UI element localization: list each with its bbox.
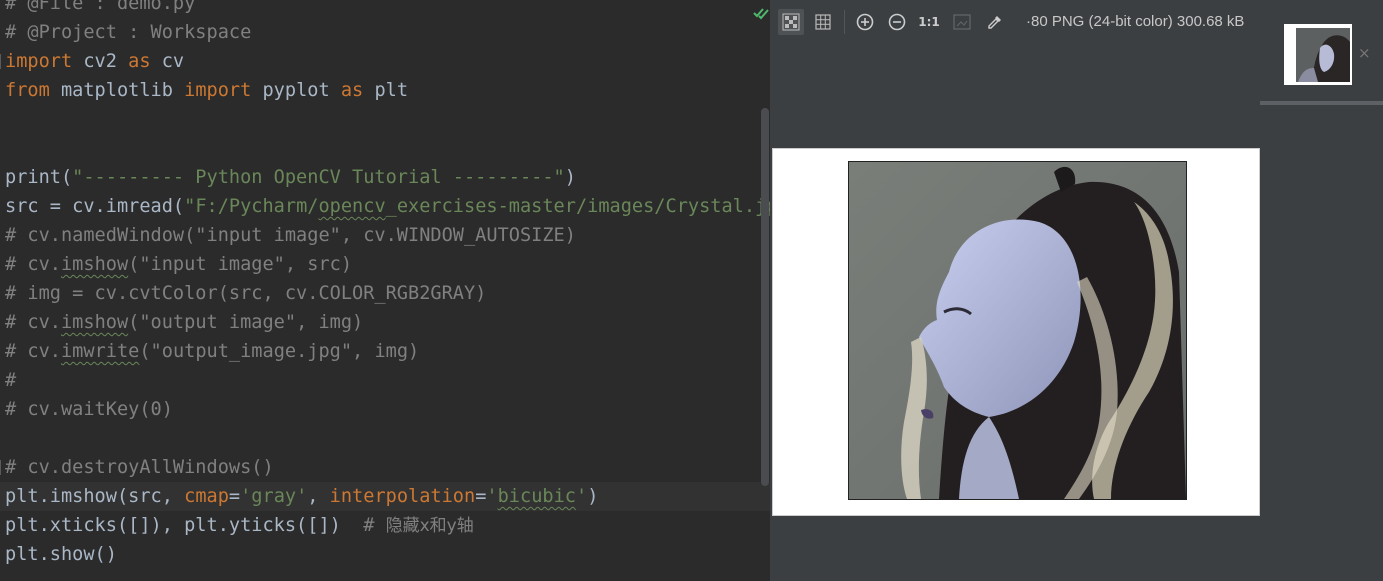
zoom-out-icon[interactable] (884, 9, 910, 35)
code-token: interpolation (329, 486, 476, 507)
code-line[interactable]: # cv.waitKey(0) (0, 395, 770, 424)
code-line[interactable]: # (0, 366, 770, 395)
code-line[interactable]: # img = cv.cvtColor(src, cv.COLOR_RGB2GR… (0, 279, 770, 308)
inspection-ok-icon[interactable] (752, 5, 770, 21)
code-token: ' (486, 486, 498, 507)
code-token: ) (587, 486, 599, 507)
code-token: print( (5, 167, 73, 188)
code-token: ) (564, 167, 576, 188)
code-lines[interactable]: # @File : demo.py # @Project : Workspace i… (0, 0, 770, 569)
code-line[interactable]: plt.show() (0, 540, 770, 569)
code-token: 'gray' (240, 486, 308, 507)
thumbnail-scrollbar[interactable] (1260, 101, 1383, 105)
code-token: _exercises-master/images/Crystal.jpg (385, 196, 770, 217)
code-line[interactable]: src = cv.imread("F:/Pycharm/opencv_exerc… (0, 192, 770, 221)
thumbnail-close-icon[interactable]: × (1358, 44, 1371, 62)
code-token: ' (575, 486, 588, 507)
zoom-in-icon[interactable] (852, 9, 878, 35)
code-token: ("output_image.jpg", img) (139, 341, 420, 362)
code-token: ("input image", src) (128, 254, 353, 275)
code-token: # (5, 370, 17, 391)
code-editor[interactable]: # @File : demo.py # @Project : Workspace i… (0, 0, 770, 581)
code-token: plt (363, 80, 409, 101)
code-token: as (340, 80, 364, 101)
code-token: # img = cv.cvtColor(src, cv.COLOR_RGB2GR… (5, 283, 487, 304)
code-line[interactable]: import cv2 as cv (0, 47, 770, 76)
code-token: cv2 (72, 51, 129, 72)
toolbar-separator (844, 10, 845, 34)
code-token: imwrite (60, 341, 140, 362)
code-line[interactable]: print("--------- Python OpenCV Tutorial … (0, 163, 770, 192)
code-line[interactable]: # @File : demo.py (0, 0, 770, 18)
code-token: import (5, 51, 73, 72)
code-token: # @File : demo.py (5, 0, 196, 14)
code-token: plt.imshow(src, (5, 486, 185, 507)
code-token: pyplot (251, 80, 341, 101)
code-token: = (475, 486, 487, 507)
code-line[interactable] (0, 105, 770, 134)
code-token: as (128, 51, 151, 72)
code-token: # cv. (5, 254, 61, 275)
code-token: imshow (60, 254, 129, 275)
code-line[interactable]: # cv.namedWindow("input image", cv.WINDO… (0, 221, 770, 250)
editor-scrollbar[interactable] (761, 108, 769, 486)
code-token: , (307, 486, 330, 507)
code-token: cmap (184, 486, 229, 507)
code-token: from (5, 80, 50, 101)
code-token: ("output image", img) (128, 312, 364, 333)
code-token: bicubic (497, 486, 576, 507)
code-line[interactable] (0, 424, 770, 453)
grid-icon[interactable] (810, 9, 836, 35)
image-thumbnail[interactable] (1284, 24, 1352, 85)
code-line[interactable]: plt.xticks([]), plt.yticks([]) # 隐藏x和y轴 (0, 511, 770, 540)
image-info-label: ·80 PNG (24-bit color) 300.68 kB (1026, 13, 1245, 30)
chessboard-icon[interactable] (778, 9, 804, 35)
code-line[interactable]: # @Project : Workspace (0, 18, 770, 47)
code-token: cv (150, 51, 185, 72)
code-token: 隐藏x和y轴 (385, 516, 474, 536)
fit-zoom-icon[interactable] (949, 9, 975, 35)
code-token: # cv. (5, 312, 61, 333)
displayed-image (848, 161, 1187, 500)
code-line[interactable]: # cv.imshow("output image", img) (0, 308, 770, 337)
code-token: # cv.waitKey(0) (5, 399, 173, 420)
code-token: = (228, 486, 241, 507)
code-token: # cv.namedWindow("input image", cv.WINDO… (5, 225, 576, 246)
code-line[interactable]: # cv.imshow("input image", src) (0, 250, 770, 279)
code-line[interactable] (0, 134, 770, 163)
actual-size-button[interactable]: 1:1 (916, 9, 942, 35)
code-token: plt.xticks([]), plt.yticks([]) (5, 515, 364, 536)
fold-marker-icon[interactable] (0, 54, 5, 69)
code-token: imshow (60, 312, 129, 333)
code-token: # cv. (5, 341, 61, 362)
code-token: "F:/Pycharm/ (184, 196, 319, 217)
code-token: plt.show() (5, 544, 117, 565)
eyedropper-icon[interactable] (982, 9, 1008, 35)
code-token: # cv.destroyAllWindows() (5, 457, 274, 478)
code-line[interactable]: from matplotlib import pyplot as plt (0, 76, 770, 105)
code-token: # @Project : Workspace (5, 22, 252, 43)
code-token: opencv (318, 196, 386, 217)
code-token: # (363, 515, 386, 536)
image-viewer: 1:1 ·80 PNG (24-bit color) 300.68 kB × (772, 0, 1383, 581)
fold-marker-icon[interactable] (0, 460, 5, 475)
code-token: "--------- Python OpenCV Tutorial ------… (72, 167, 565, 188)
code-line[interactable]: # cv.imwrite("output_image.jpg", img) (0, 337, 770, 366)
code-token: import (184, 80, 252, 101)
code-token: matplotlib (49, 80, 185, 101)
code-token: src = cv.imread( (5, 196, 185, 217)
code-line[interactable]: plt.imshow(src, cmap='gray', interpolati… (0, 482, 770, 511)
code-line[interactable]: # cv.destroyAllWindows() (0, 453, 770, 482)
image-canvas[interactable] (772, 148, 1260, 516)
